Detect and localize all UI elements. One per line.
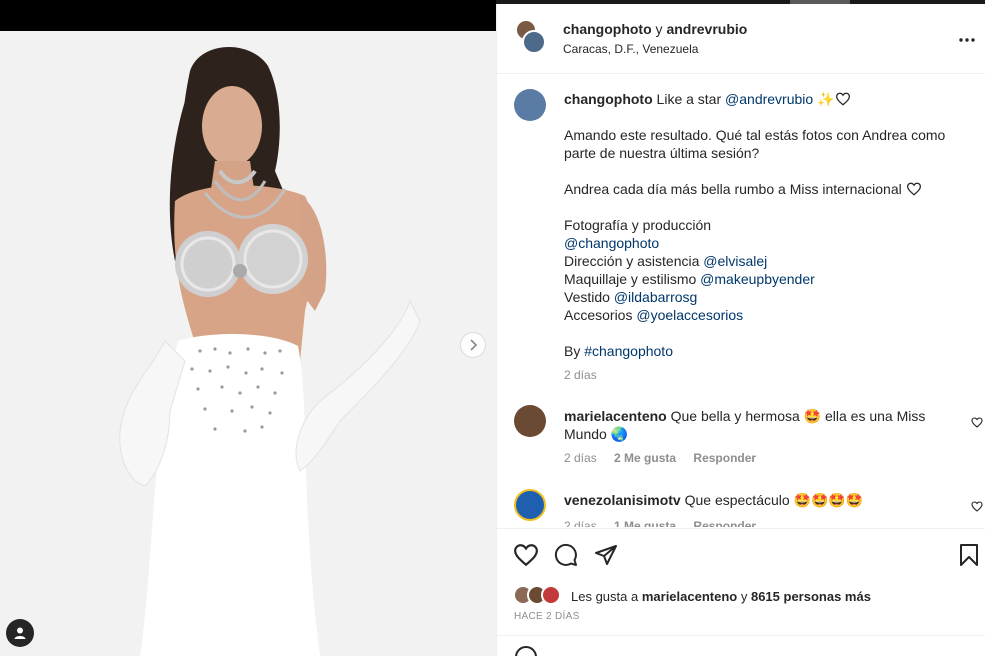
add-comment-row [497, 635, 985, 656]
comment-username[interactable]: venezolanisimotv [564, 492, 681, 508]
post-location[interactable]: Caracas, D.F., Venezuela [563, 42, 698, 56]
share-button[interactable] [594, 543, 618, 570]
post-media[interactable] [0, 0, 496, 656]
heart-outline-icon [835, 92, 850, 106]
user-icon [14, 627, 26, 639]
author-connector: y [655, 21, 663, 37]
likes-connector: y [740, 588, 748, 604]
like-comment-button[interactable] [971, 417, 983, 431]
heart-outline-icon [514, 544, 538, 567]
caption-text: Like a star [656, 91, 722, 107]
next-image-button[interactable] [460, 332, 486, 358]
avatar[interactable] [514, 89, 546, 121]
paper-plane-icon [595, 545, 617, 565]
credit-label: Dirección y asistencia [564, 253, 700, 269]
credit-label: Accesorios [564, 307, 633, 323]
post-time-ago[interactable]: HACE 2 DÍAS [514, 611, 580, 622]
caption-time[interactable]: 2 días [564, 366, 964, 384]
tagged-users-button[interactable] [6, 619, 34, 647]
carousel-dot [252, 637, 257, 642]
comment-time[interactable]: 2 días [564, 519, 597, 527]
comment-username[interactable]: marielacenteno [564, 408, 667, 424]
post-authors: changophoto y andrevrubio [563, 21, 747, 37]
credit-label: Vestido [564, 289, 610, 305]
avatar [541, 585, 561, 605]
carousel-dots [216, 637, 266, 642]
avatar[interactable] [514, 489, 546, 521]
comments-list[interactable]: changophoto Like a star @andrevrubio ✨ A… [497, 75, 985, 527]
heart-outline-icon [971, 501, 983, 512]
likers-avatars [513, 585, 565, 607]
mention-link[interactable]: @changophoto [564, 235, 659, 251]
carousel-dot [234, 637, 239, 642]
carousel-dot [225, 637, 230, 642]
bookmark-icon [960, 544, 978, 566]
post-photo [0, 31, 496, 656]
avatar[interactable] [522, 30, 546, 54]
likes-count[interactable]: 8615 personas más [751, 589, 871, 604]
by-label: By [564, 343, 581, 359]
reply-button[interactable]: Responder [693, 519, 756, 527]
comment-text-block: marielacenteno Que bella y hermosa 🤩 ell… [564, 407, 934, 443]
post-details-panel: changophoto y andrevrubio Caracas, D.F.,… [496, 4, 985, 656]
emoji-icon[interactable] [515, 646, 537, 656]
comment-text-block: venezolanisimotv Que espectáculo 🤩🤩🤩🤩 [564, 491, 934, 509]
mention-link[interactable]: @makeupbyender [700, 271, 815, 287]
caption-paragraph: Andrea cada día más bella rumbo a Miss i… [564, 181, 902, 197]
comment-meta: 2 días 1 Me gusta Responder [564, 519, 770, 527]
mention-link[interactable]: @elvisalej [703, 253, 767, 269]
comment-text: Que espectáculo 🤩🤩🤩🤩 [684, 492, 864, 508]
reply-button[interactable]: Responder [693, 451, 756, 465]
comment-button[interactable] [554, 543, 578, 570]
avatar[interactable] [514, 405, 546, 437]
heart-outline-icon [906, 182, 921, 196]
comment-meta: 2 días 2 Me gusta Responder [564, 451, 770, 465]
credit-label: Maquillaje y estilismo [564, 271, 697, 287]
more-options-button[interactable] [959, 26, 975, 47]
carousel-dot [243, 637, 248, 642]
heart-outline-icon [971, 417, 983, 428]
likes-prefix: Les gusta a [571, 588, 639, 604]
likes-summary: Les gusta a marielacenteno y 8615 person… [513, 585, 871, 607]
credit-label: Fotografía y producción [564, 217, 712, 233]
caption-paragraph: Amando este resultado. Qué tal estás fot… [564, 127, 946, 161]
post-header: changophoto y andrevrubio Caracas, D.F.,… [497, 4, 985, 74]
hashtag-link[interactable]: #changophoto [584, 343, 673, 359]
carousel-dot [216, 637, 221, 642]
author-username[interactable]: changophoto [563, 21, 652, 37]
like-button[interactable] [513, 543, 539, 570]
mention-link[interactable]: @ildabarrosg [614, 289, 697, 305]
comment-time[interactable]: 2 días [564, 451, 597, 465]
coauthor-username[interactable]: andrevrubio [666, 21, 747, 37]
like-comment-button[interactable] [971, 501, 983, 515]
chevron-right-icon [470, 339, 478, 351]
mention-link[interactable]: @andrevrubio [725, 91, 813, 107]
carousel-dot [261, 637, 266, 642]
more-horizontal-icon [959, 38, 975, 42]
comment-likes[interactable]: 2 Me gusta [614, 451, 676, 465]
save-button[interactable] [959, 543, 979, 570]
mention-link[interactable]: @yoelaccesorios [636, 307, 743, 323]
comment-bubble-icon [554, 543, 577, 566]
liker-username[interactable]: marielacenteno [642, 589, 737, 604]
comment-likes[interactable]: 1 Me gusta [614, 519, 676, 527]
caption-emoji: ✨ [817, 91, 835, 107]
post-caption: changophoto Like a star @andrevrubio ✨ A… [564, 90, 964, 384]
media-top-bar [0, 0, 496, 31]
post-actions: Les gusta a marielacenteno y 8615 person… [497, 528, 985, 656]
caption-username[interactable]: changophoto [564, 91, 653, 107]
